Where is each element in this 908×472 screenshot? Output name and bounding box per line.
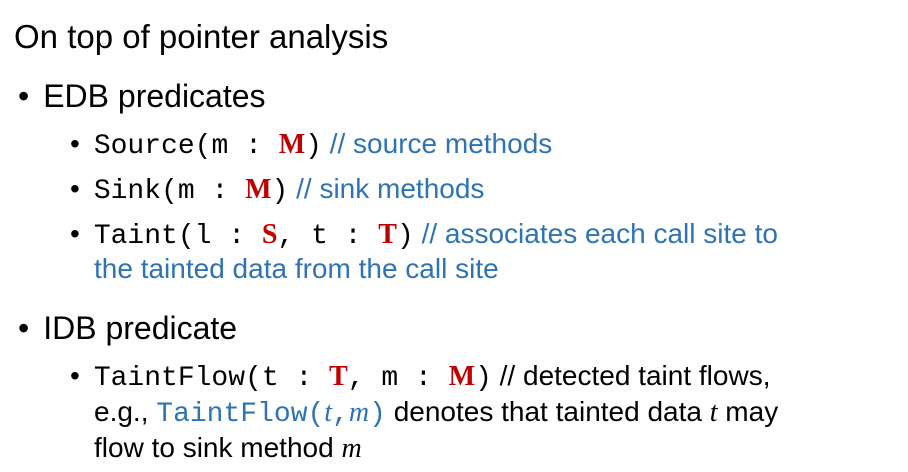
bullet-icon: • xyxy=(70,173,80,204)
arg-name: m xyxy=(381,363,399,394)
example-close: ) xyxy=(369,399,386,430)
colon: : xyxy=(228,131,279,162)
comma: , xyxy=(347,363,382,394)
predicate-name: Sink xyxy=(93,176,162,207)
arg-type: S xyxy=(261,219,278,250)
example-comma: , xyxy=(332,399,349,430)
example-text: flow to sink method xyxy=(94,432,342,463)
predicate-name: TaintFlow xyxy=(93,363,246,394)
predicate-comment-continued: the tainted data from the call site xyxy=(94,253,499,284)
arg-name: t xyxy=(261,363,279,394)
example-prefix: e.g., xyxy=(94,396,157,427)
open-paren: ( xyxy=(245,363,262,394)
predicate-taint: • Taint(l : S, t : T) // associates each … xyxy=(70,218,778,252)
predicate-source: • Source(m : M) // source methods xyxy=(70,128,552,162)
arg-name: m xyxy=(177,176,195,207)
arg-name: l xyxy=(194,221,212,252)
open-paren: ( xyxy=(194,131,212,162)
arg-name: t xyxy=(311,221,328,252)
slide: On top of pointer analysis • EDB predicat… xyxy=(0,0,908,472)
arg-type: M xyxy=(448,361,476,392)
bullet-icon: • xyxy=(18,310,30,346)
example-var: t xyxy=(709,397,718,428)
close-paren: ) xyxy=(475,363,492,394)
section-title: EDB predicates xyxy=(43,78,266,114)
example-var: t xyxy=(324,397,333,428)
close-paren: ) xyxy=(271,176,289,207)
bullet-icon: • xyxy=(18,78,30,114)
arg-type: T xyxy=(378,219,397,250)
example-text: may xyxy=(717,396,779,427)
predicate-comment: // sink methods xyxy=(296,173,485,204)
slide-heading: On top of pointer analysis xyxy=(14,18,389,55)
example-text: denotes that tainted data xyxy=(385,396,710,427)
section-edb-predicates: • EDB predicates xyxy=(18,78,266,115)
close-paren: ) xyxy=(396,221,414,252)
close-paren: ) xyxy=(305,131,322,162)
example-code: TaintFlow( xyxy=(156,399,325,430)
arg-type: M xyxy=(245,174,272,205)
predicate-name: Source xyxy=(93,131,195,162)
open-paren: ( xyxy=(161,176,178,207)
taintflow-example-line: e.g., TaintFlow(t,m) denotes that tainte… xyxy=(94,396,778,430)
colon: : xyxy=(211,221,262,252)
arg-type: M xyxy=(278,129,306,160)
arg-name: m xyxy=(211,131,229,162)
section-title: IDB predicate xyxy=(43,310,238,346)
colon: : xyxy=(278,363,330,394)
example-var: m xyxy=(341,433,362,464)
colon: : xyxy=(327,221,379,252)
predicate-sink: • Sink(m : M) // sink methods xyxy=(70,173,484,207)
bullet-icon: • xyxy=(70,128,80,159)
arg-type: T xyxy=(329,361,348,392)
taintflow-example-line-3: flow to sink method m xyxy=(94,432,362,465)
predicate-comment: // detected taint flows, xyxy=(499,360,771,391)
example-var: m xyxy=(348,397,370,428)
colon: : xyxy=(194,176,246,207)
comma: , xyxy=(277,221,312,252)
predicate-name: Taint xyxy=(93,221,178,252)
bullet-icon: • xyxy=(70,360,80,391)
predicate-comment: // source methods xyxy=(329,128,553,159)
predicate-taintflow: • TaintFlow(t : T, m : M) // detected tai… xyxy=(70,360,770,394)
section-idb-predicate: • IDB predicate xyxy=(18,310,237,347)
predicate-comment: // associates each call site to xyxy=(421,218,778,249)
bullet-icon: • xyxy=(70,218,80,249)
open-paren: ( xyxy=(177,221,195,252)
colon: : xyxy=(398,363,449,394)
